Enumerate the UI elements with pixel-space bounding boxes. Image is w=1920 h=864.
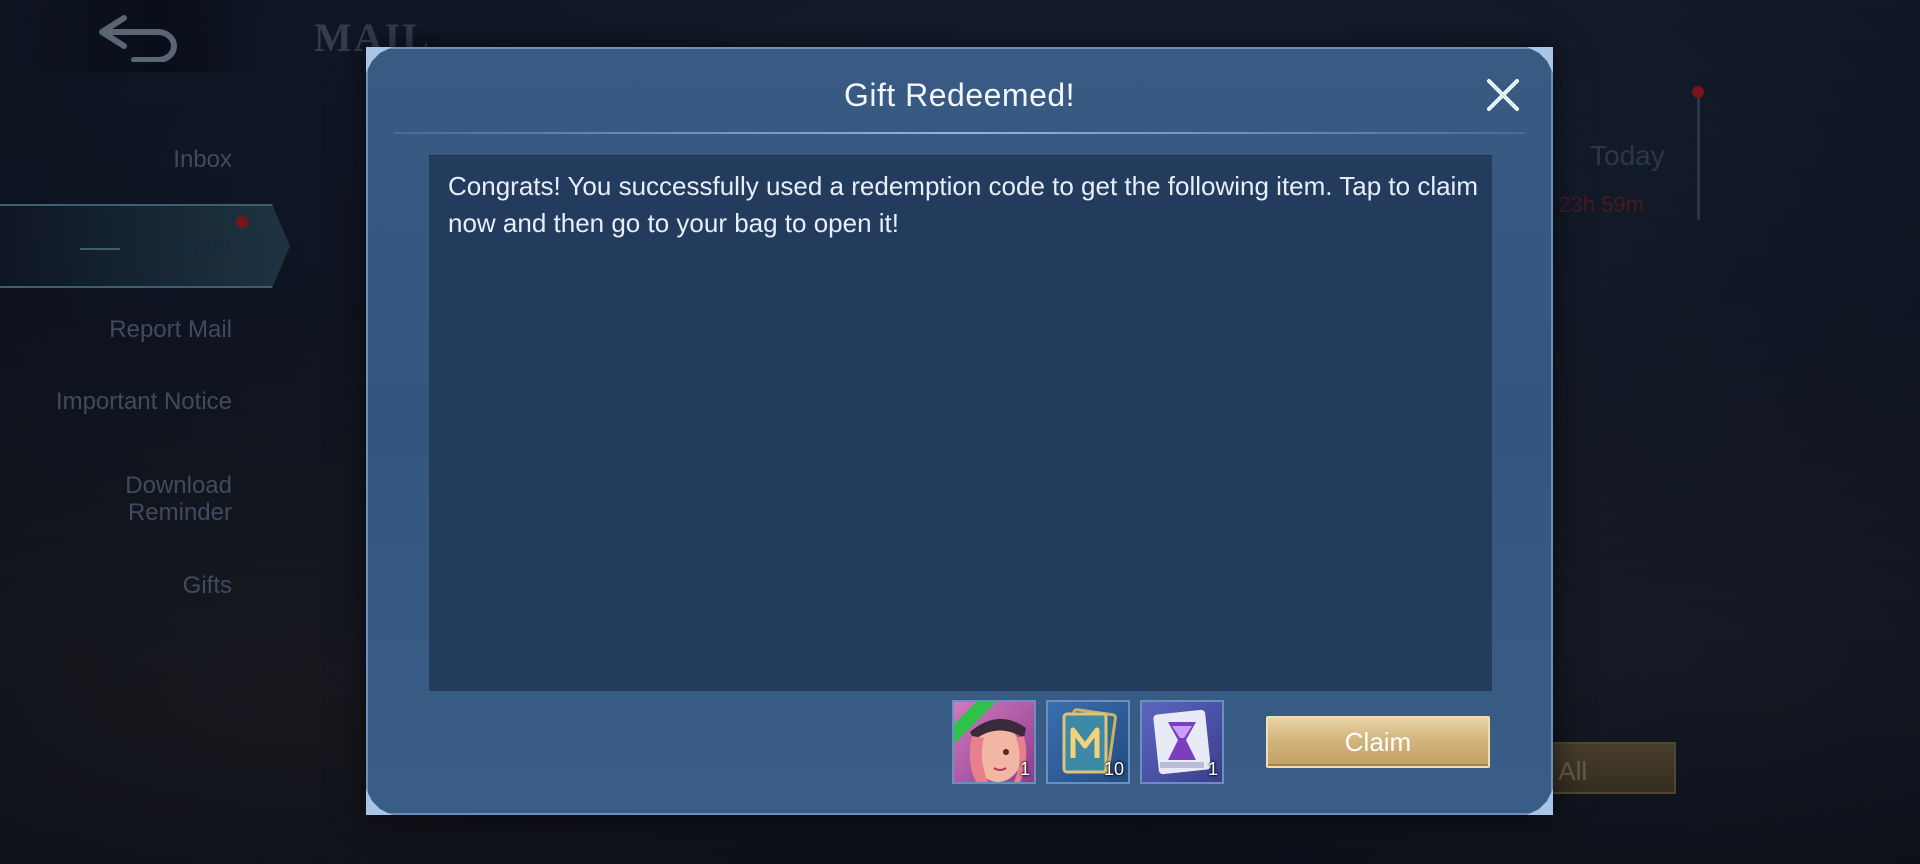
item-quantity: 1 xyxy=(1207,759,1218,779)
close-button[interactable] xyxy=(1481,73,1525,117)
corner-ornament-icon xyxy=(1527,789,1553,815)
message-text: Congrats! You successfully used a redemp… xyxy=(448,171,1478,238)
item-quantity: 10 xyxy=(1103,759,1124,779)
corner-ornament-icon xyxy=(1527,47,1553,73)
claim-button[interactable]: Claim xyxy=(1266,716,1490,768)
title-divider xyxy=(394,132,1525,134)
reward-item-hero[interactable]: 1 xyxy=(952,700,1036,784)
message-body: Congrats! You successfully used a redemp… xyxy=(429,155,1492,691)
dialog-title: Gift Redeemed! xyxy=(843,77,1076,113)
reward-item-card[interactable]: 10 xyxy=(1046,700,1130,784)
corner-ornament-icon xyxy=(366,789,392,815)
item-quantity: 1 xyxy=(1019,759,1030,779)
close-icon xyxy=(1487,79,1519,111)
corner-ornament-icon xyxy=(366,47,392,73)
gift-redeemed-dialog: Gift Redeemed! Congrats! You successfull… xyxy=(366,47,1553,815)
reward-item-ticket[interactable]: 1 xyxy=(1140,700,1224,784)
